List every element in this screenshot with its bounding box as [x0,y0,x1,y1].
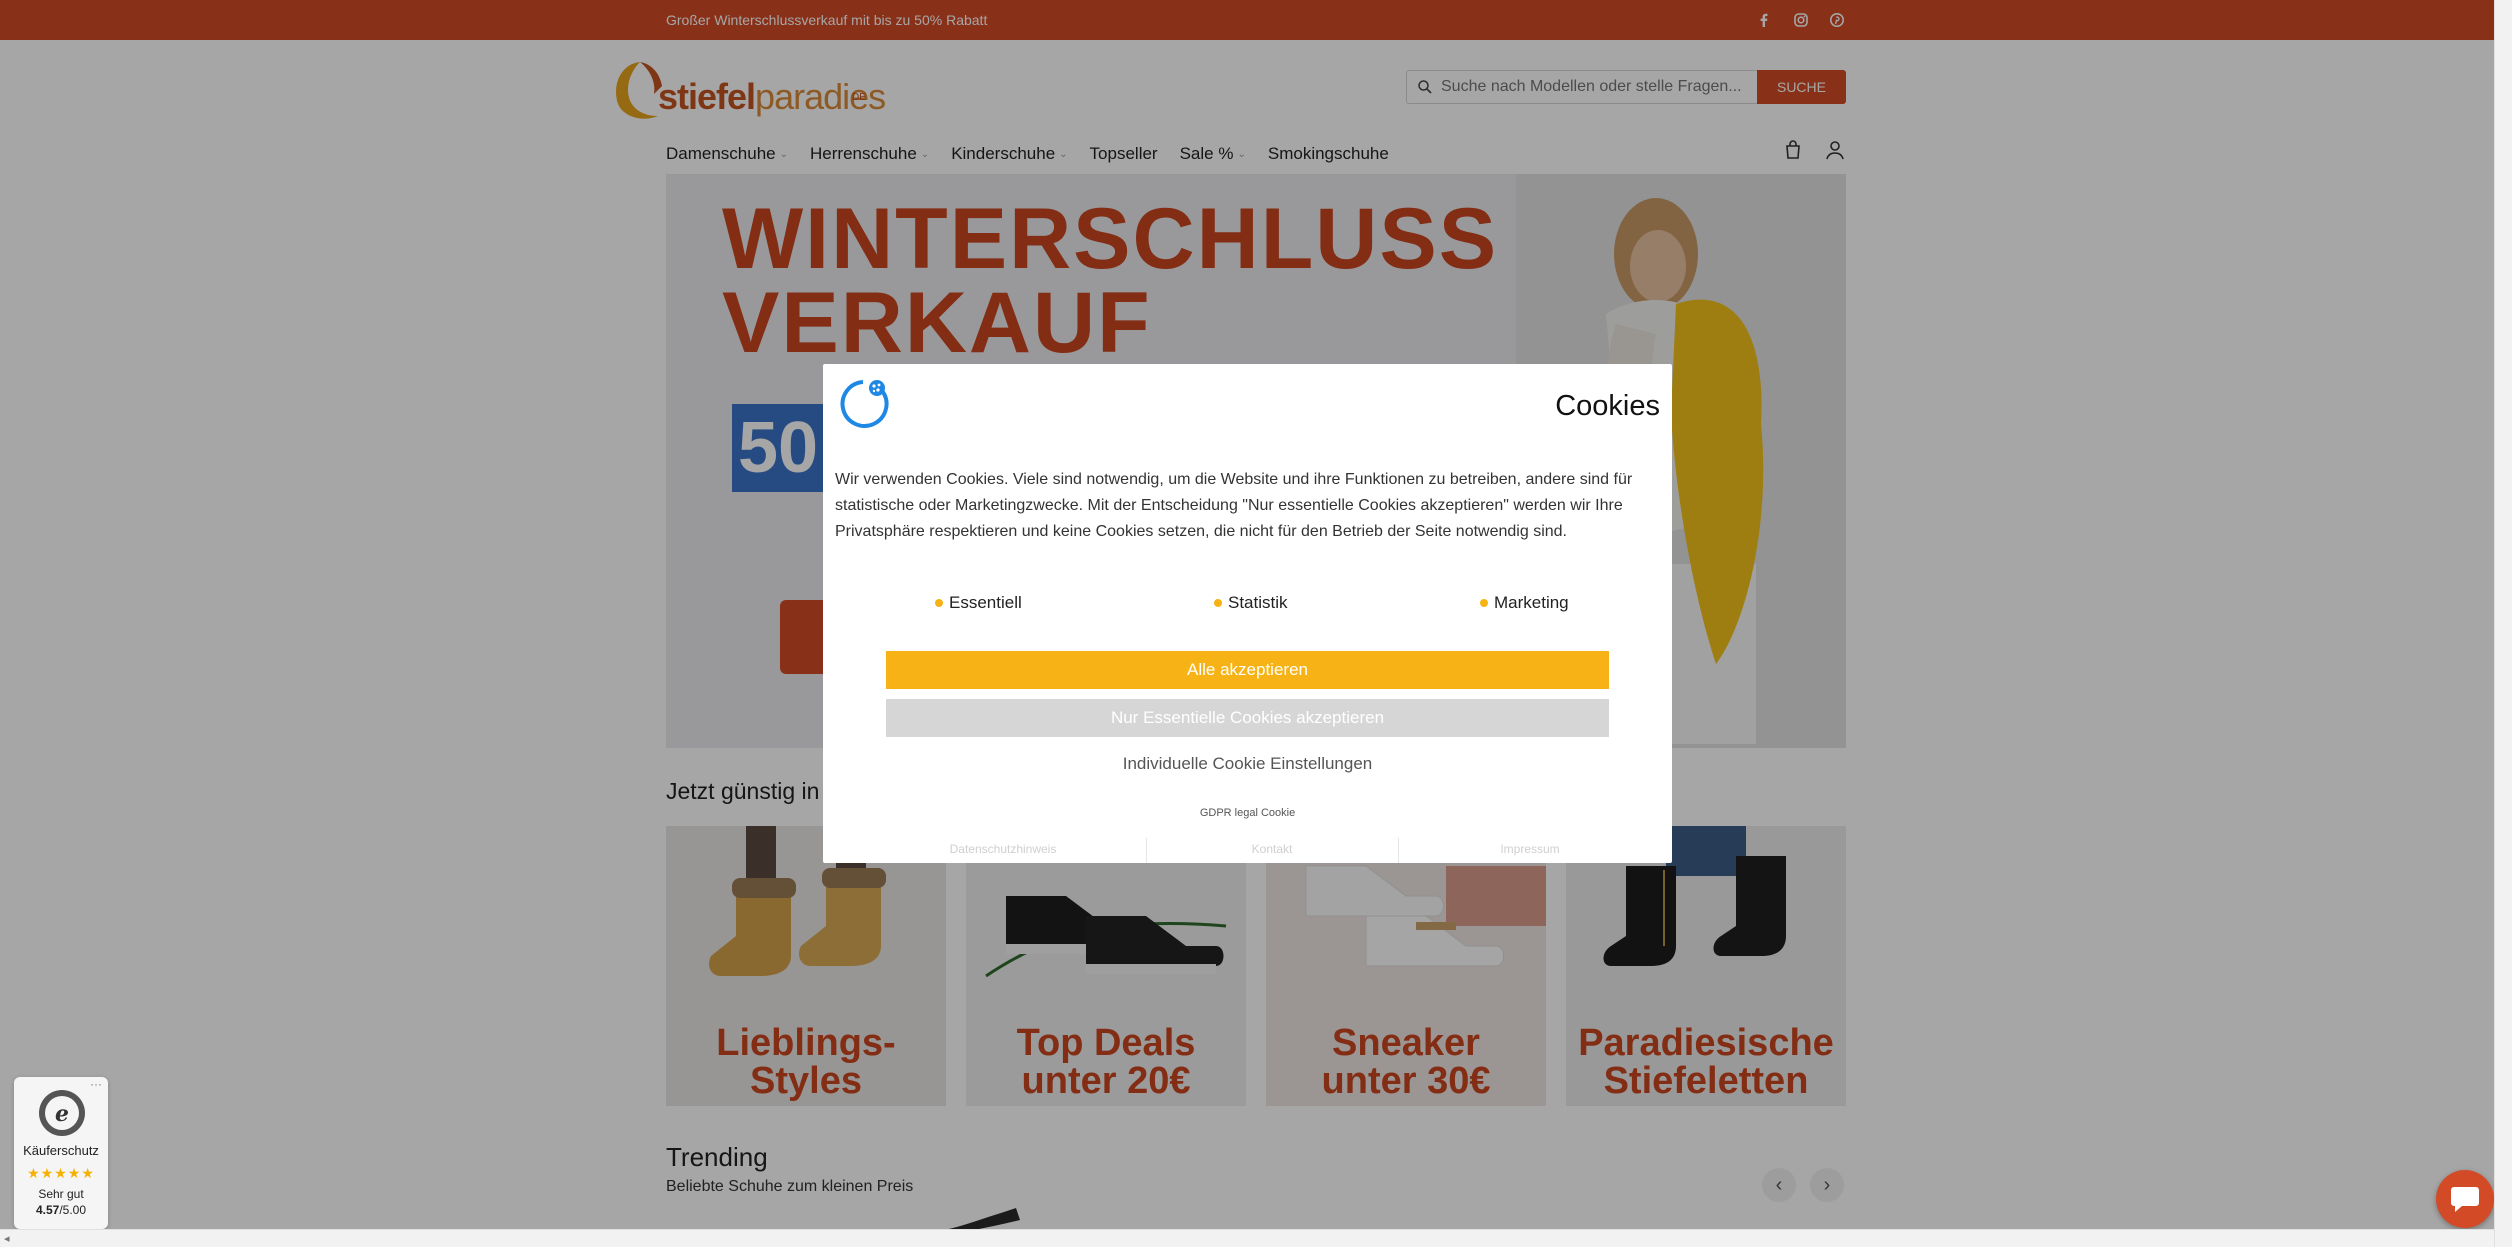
accept-essential-button[interactable]: Nur Essentielle Cookies akzeptieren [886,699,1609,737]
trust-badge-widget[interactable]: ··· e Käuferschutz ★★★★★ Sehr gut 4.57/5… [14,1077,108,1229]
horizontal-scrollbar[interactable]: ◂ [0,1229,2494,1247]
option-indicator [1480,599,1488,607]
vertical-scrollbar[interactable] [2494,0,2512,1247]
privacy-link[interactable]: Datenschutzhinweis [863,842,1143,856]
chat-button[interactable] [2436,1170,2494,1228]
contact-link[interactable]: Kontakt [1146,842,1398,856]
option-indicator [935,599,943,607]
cookie-option-statistik[interactable]: Statistik [1214,593,1288,613]
chat-bubble-icon [2451,1187,2479,1212]
gdpr-credit-link[interactable]: GDPR legal Cookie [823,807,1672,819]
scroll-left-icon[interactable]: ◂ [4,1232,10,1245]
option-indicator [1214,599,1222,607]
rating-stars: ★★★★★ [27,1165,95,1181]
trust-label: Käuferschutz [23,1143,99,1158]
rating-text: Sehr gut [38,1187,84,1201]
trust-seal-icon: e [39,1090,85,1136]
svg-text:e: e [55,1101,69,1127]
cookie-consent-dialog: Cookies Wir verwenden Cookies. Viele sin… [823,364,1672,863]
cookie-dialog-text: Wir verwenden Cookies. Viele sind notwen… [835,471,1633,540]
imprint-link[interactable]: Impressum [1398,842,1662,856]
accept-all-button[interactable]: Alle akzeptieren [886,651,1609,689]
cookie-option-marketing[interactable]: Marketing [1480,593,1569,613]
individual-settings-link[interactable]: Individuelle Cookie Einstellungen [823,754,1672,774]
cookie-logo-icon [840,380,889,428]
cookie-option-essentiell[interactable]: Essentiell [935,593,1022,613]
rating-score: 4.57/5.00 [35,1203,87,1217]
cookie-dialog-title: Cookies [1555,390,1660,422]
more-icon[interactable]: ··· [90,1077,102,1091]
